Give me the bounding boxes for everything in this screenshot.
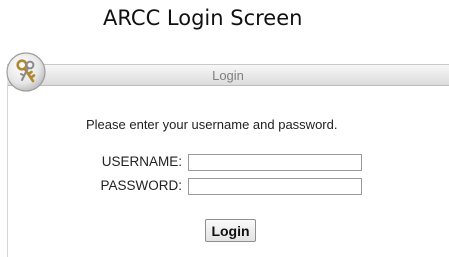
username-input[interactable] — [188, 154, 362, 171]
login-button[interactable]: Login — [205, 219, 256, 242]
keys-icon — [6, 52, 46, 92]
username-label: USERNAME: — [101, 154, 182, 169]
password-input[interactable] — [188, 178, 362, 195]
login-instructions: Please enter your username and password. — [86, 117, 338, 132]
password-label: PASSWORD: — [100, 178, 182, 193]
screen-caption: ARCC Login Screen — [103, 6, 303, 30]
login-panel: Login Please enter your username and pas… — [6, 52, 449, 257]
login-titlebar: Login — [7, 64, 449, 86]
panel-left-border — [7, 85, 8, 257]
login-title: Login — [212, 68, 244, 83]
